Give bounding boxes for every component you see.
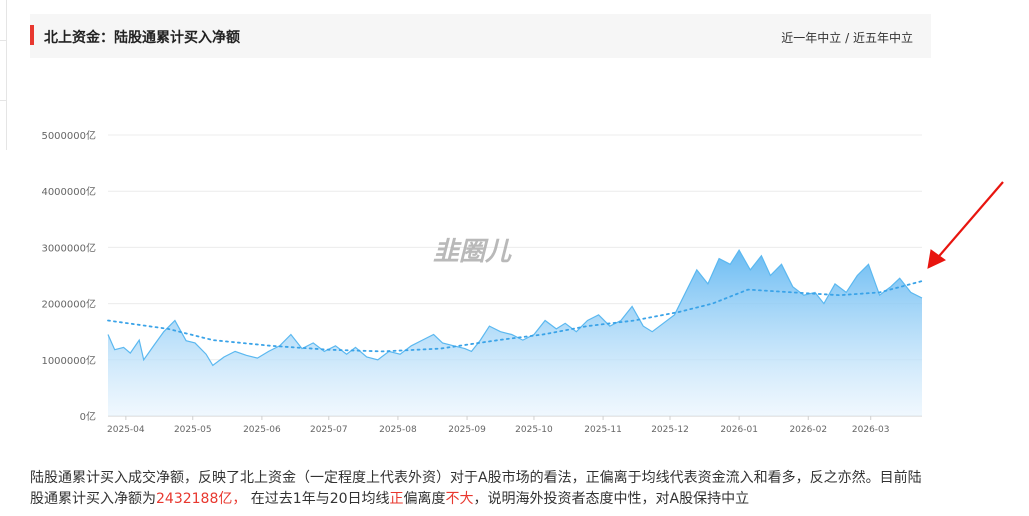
- x-tick-label: 2025-07: [310, 425, 348, 435]
- x-tick-label: 2025-12: [651, 425, 689, 435]
- desc-text-3: 偏离度: [403, 491, 446, 507]
- link-five-year[interactable]: 近五年中立: [853, 31, 913, 45]
- deviation-direction: 正: [389, 491, 404, 507]
- arrow-shaft: [933, 181, 1004, 263]
- chart-area: 0亿 1000000亿 2000000亿 3000000亿 4000000亿 500000…: [0, 60, 1029, 450]
- link-one-year[interactable]: 近一年中立: [781, 31, 841, 45]
- y-tick-label: 1000000亿: [41, 354, 96, 367]
- deviation-degree: 不大: [445, 491, 474, 507]
- y-tick-label: 2000000亿: [41, 298, 96, 311]
- x-tick-label: 2025-11: [584, 425, 622, 435]
- x-tick-label: 2025-10: [515, 425, 553, 435]
- desc-text-4: ，说明海外投资者态度中性，对A股保持中立: [473, 491, 750, 507]
- x-tick-label: 2025-08: [379, 425, 417, 435]
- chart-description: 陆股通累计买入成交净额，反映了北上资金（一定程度上代表外资）对于A股市场的看法，…: [30, 468, 930, 510]
- chart-svg: 0亿 1000000亿 2000000亿 3000000亿 4000000亿 500000…: [41, 129, 1004, 435]
- panel-divider: [0, 40, 7, 41]
- x-tick-label: 2025-05: [174, 425, 212, 435]
- y-tick-label: 5000000亿: [41, 129, 96, 142]
- title-accent-bar: [30, 25, 34, 45]
- watermark-logo: 韭圈儿: [433, 237, 512, 267]
- y-tick-label: 4000000亿: [41, 185, 96, 198]
- link-separator: /: [841, 31, 853, 45]
- x-tick-label: 2026-01: [720, 425, 758, 435]
- desc-text-2: 在过去1年与20日均线: [246, 491, 390, 507]
- x-tick-label: 2026-02: [789, 425, 827, 435]
- current-value: 2432188亿，: [156, 491, 247, 507]
- x-tick-label: 2025-06: [243, 425, 281, 435]
- y-tick-label: 3000000亿: [41, 241, 96, 254]
- chart-title: 北上资金：陆股通累计买入净额: [44, 30, 240, 46]
- x-tick-label: 2026-03: [852, 425, 890, 435]
- area-fill: [108, 250, 922, 416]
- chart-header: 北上资金：陆股通累计买入净额 近一年中立 / 近五年中立: [30, 14, 931, 58]
- x-tick-label: 2025-09: [448, 425, 486, 435]
- range-links: 近一年中立 / 近五年中立: [781, 29, 913, 46]
- x-tick-label: 2025-04: [107, 425, 145, 435]
- y-tick-label: 0亿: [80, 410, 96, 423]
